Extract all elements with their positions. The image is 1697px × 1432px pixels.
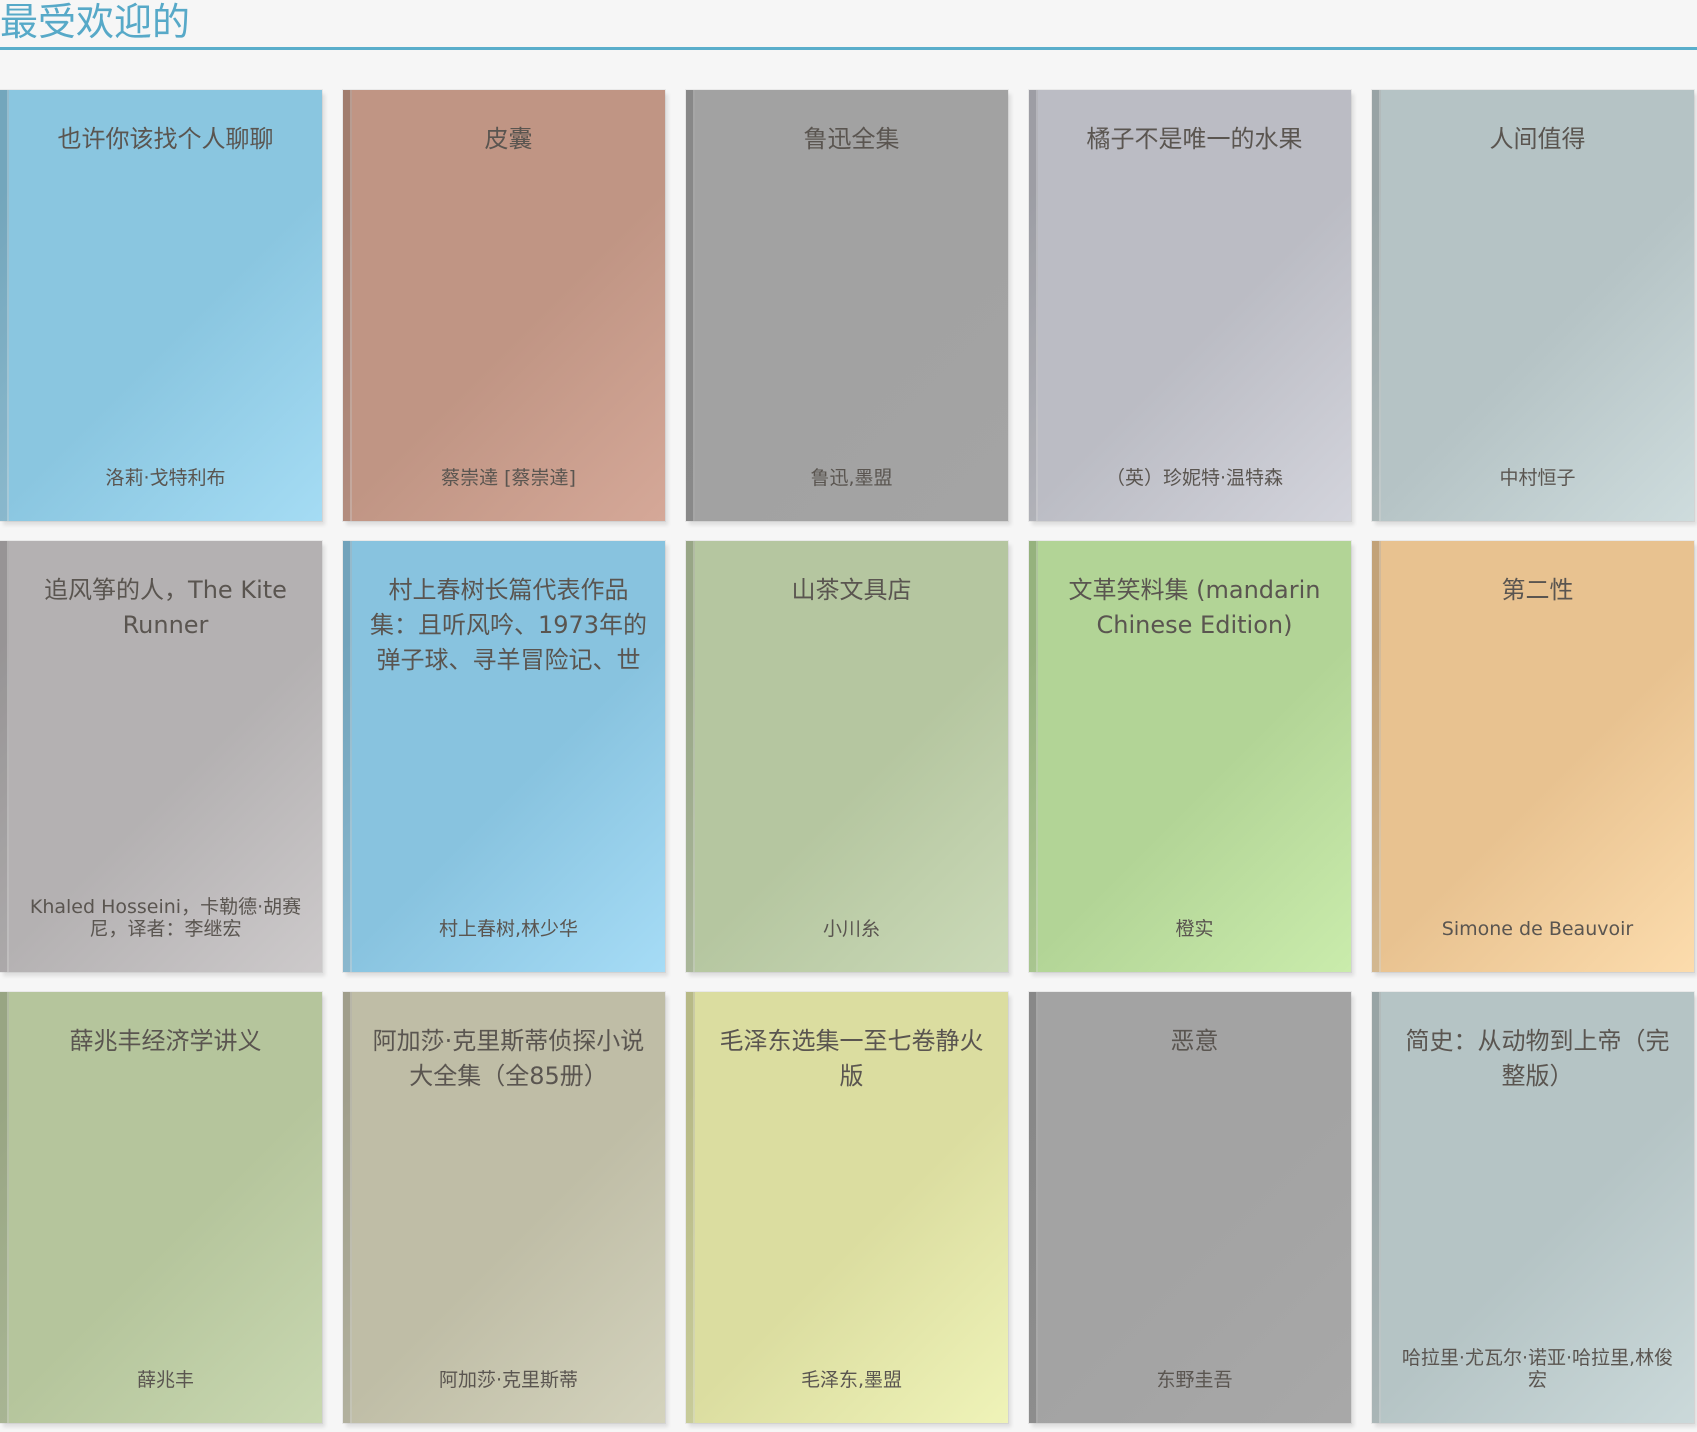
book-title: 恶意 [1170, 1027, 1219, 1055]
book-cover-8[interactable]: 山茶文具店 小川糸 [686, 541, 1016, 980]
book-author: Simone de Beauvoir [1441, 918, 1634, 940]
book-title: 简史：从动物到上帝（完整版） [1405, 1027, 1670, 1090]
book-title: 追风筝的人，The Kite Runner [44, 576, 287, 639]
book-cover-13[interactable]: 毛泽东选集一至七卷静火版 毛泽东,墨盟 [686, 992, 1016, 1431]
book-author: 蔡崇達 [蔡崇達] [441, 467, 576, 489]
book-author: 毛泽东,墨盟 [800, 1369, 903, 1391]
book-author: 村上春树,林少华 [438, 918, 579, 940]
book-author: 橙实 [1175, 918, 1214, 940]
book-author: 哈拉里·尤瓦尔·诺亚·哈拉里,林俊宏 [1401, 1347, 1674, 1391]
book-cover-10[interactable]: 第二性 Simone de Beauvoir [1372, 541, 1697, 980]
book-title: 山茶文具店 [791, 576, 912, 604]
book-author: 中村恒子 [1499, 467, 1576, 489]
book-cover-9[interactable]: 文革笑料集 (mandarin Chinese Edition) 橙实 [1029, 541, 1359, 980]
book-cover-6[interactable]: 追风筝的人，The Kite Runner Khaled Hosseini，卡勒… [0, 541, 330, 980]
book-cover-11[interactable]: 薛兆丰经济学讲义 薛兆丰 [0, 992, 330, 1431]
book-author: Khaled Hosseini，卡勒德·胡赛尼，译者：李继宏 [29, 896, 302, 940]
book-author: 薛兆丰 [136, 1369, 194, 1391]
book-cover-2[interactable]: 皮囊 蔡崇達 [蔡崇達] [343, 90, 673, 529]
book-title: 皮囊 [484, 125, 533, 153]
book-title: 人间值得 [1489, 125, 1586, 153]
book-title: 文革笑料集 (mandarin Chinese Edition) [1068, 576, 1321, 639]
book-author: 小川糸 [822, 918, 880, 940]
book-cover-14[interactable]: 恶意 东野圭吾 [1029, 992, 1359, 1431]
book-cover-4[interactable]: 橘子不是唯一的水果 （英）珍妮特·温特森 [1029, 90, 1359, 529]
book-title: 村上春树长篇代表作品集：且听风吟、1973年的弹子球、寻羊冒险记、世界尽头与冷酷… [369, 576, 648, 674]
book-author: （英）珍妮特·温特森 [1105, 467, 1284, 489]
book-author: 鲁迅,墨盟 [810, 467, 893, 489]
book-cover-12[interactable]: 阿加莎·克里斯蒂侦探小说大全集（全85册） 阿加莎·克里斯蒂 [343, 992, 673, 1431]
book-cover-5[interactable]: 人间值得 中村恒子 [1372, 90, 1697, 529]
book-cover-3[interactable]: 鲁迅全集 鲁迅,墨盟 [686, 90, 1016, 529]
book-title: 薛兆丰经济学讲义 [69, 1027, 262, 1055]
book-grid: 也许你该找个人聊聊 洛莉·戈特利布 皮囊 蔡崇達 [蔡崇達] 鲁迅全集 鲁迅,墨… [0, 90, 1697, 1431]
book-title: 也许你该找个人聊聊 [57, 125, 274, 153]
book-title: 第二性 [1501, 576, 1574, 604]
book-title: 鲁迅全集 [803, 125, 900, 153]
section-title: 最受欢迎的 [0, 0, 191, 44]
section-header: 最受欢迎的 [0, 0, 1697, 50]
book-author: 阿加莎·克里斯蒂 [438, 1369, 579, 1391]
book-author: 洛莉·戈特利布 [105, 467, 226, 489]
book-author: 东野圭吾 [1156, 1369, 1233, 1391]
book-title: 毛泽东选集一至七卷静火版 [719, 1027, 984, 1090]
book-title: 阿加莎·克里斯蒂侦探小说大全集（全85册） [372, 1027, 645, 1090]
book-cover-7[interactable]: 村上春树长篇代表作品集：且听风吟、1973年的弹子球、寻羊冒险记、世界尽头与冷酷… [343, 541, 673, 980]
book-cover-15[interactable]: 简史：从动物到上帝（完整版） 哈拉里·尤瓦尔·诺亚·哈拉里,林俊宏 [1372, 992, 1697, 1431]
book-cover-1[interactable]: 也许你该找个人聊聊 洛莉·戈特利布 [0, 90, 330, 529]
book-title: 橘子不是唯一的水果 [1086, 125, 1303, 153]
